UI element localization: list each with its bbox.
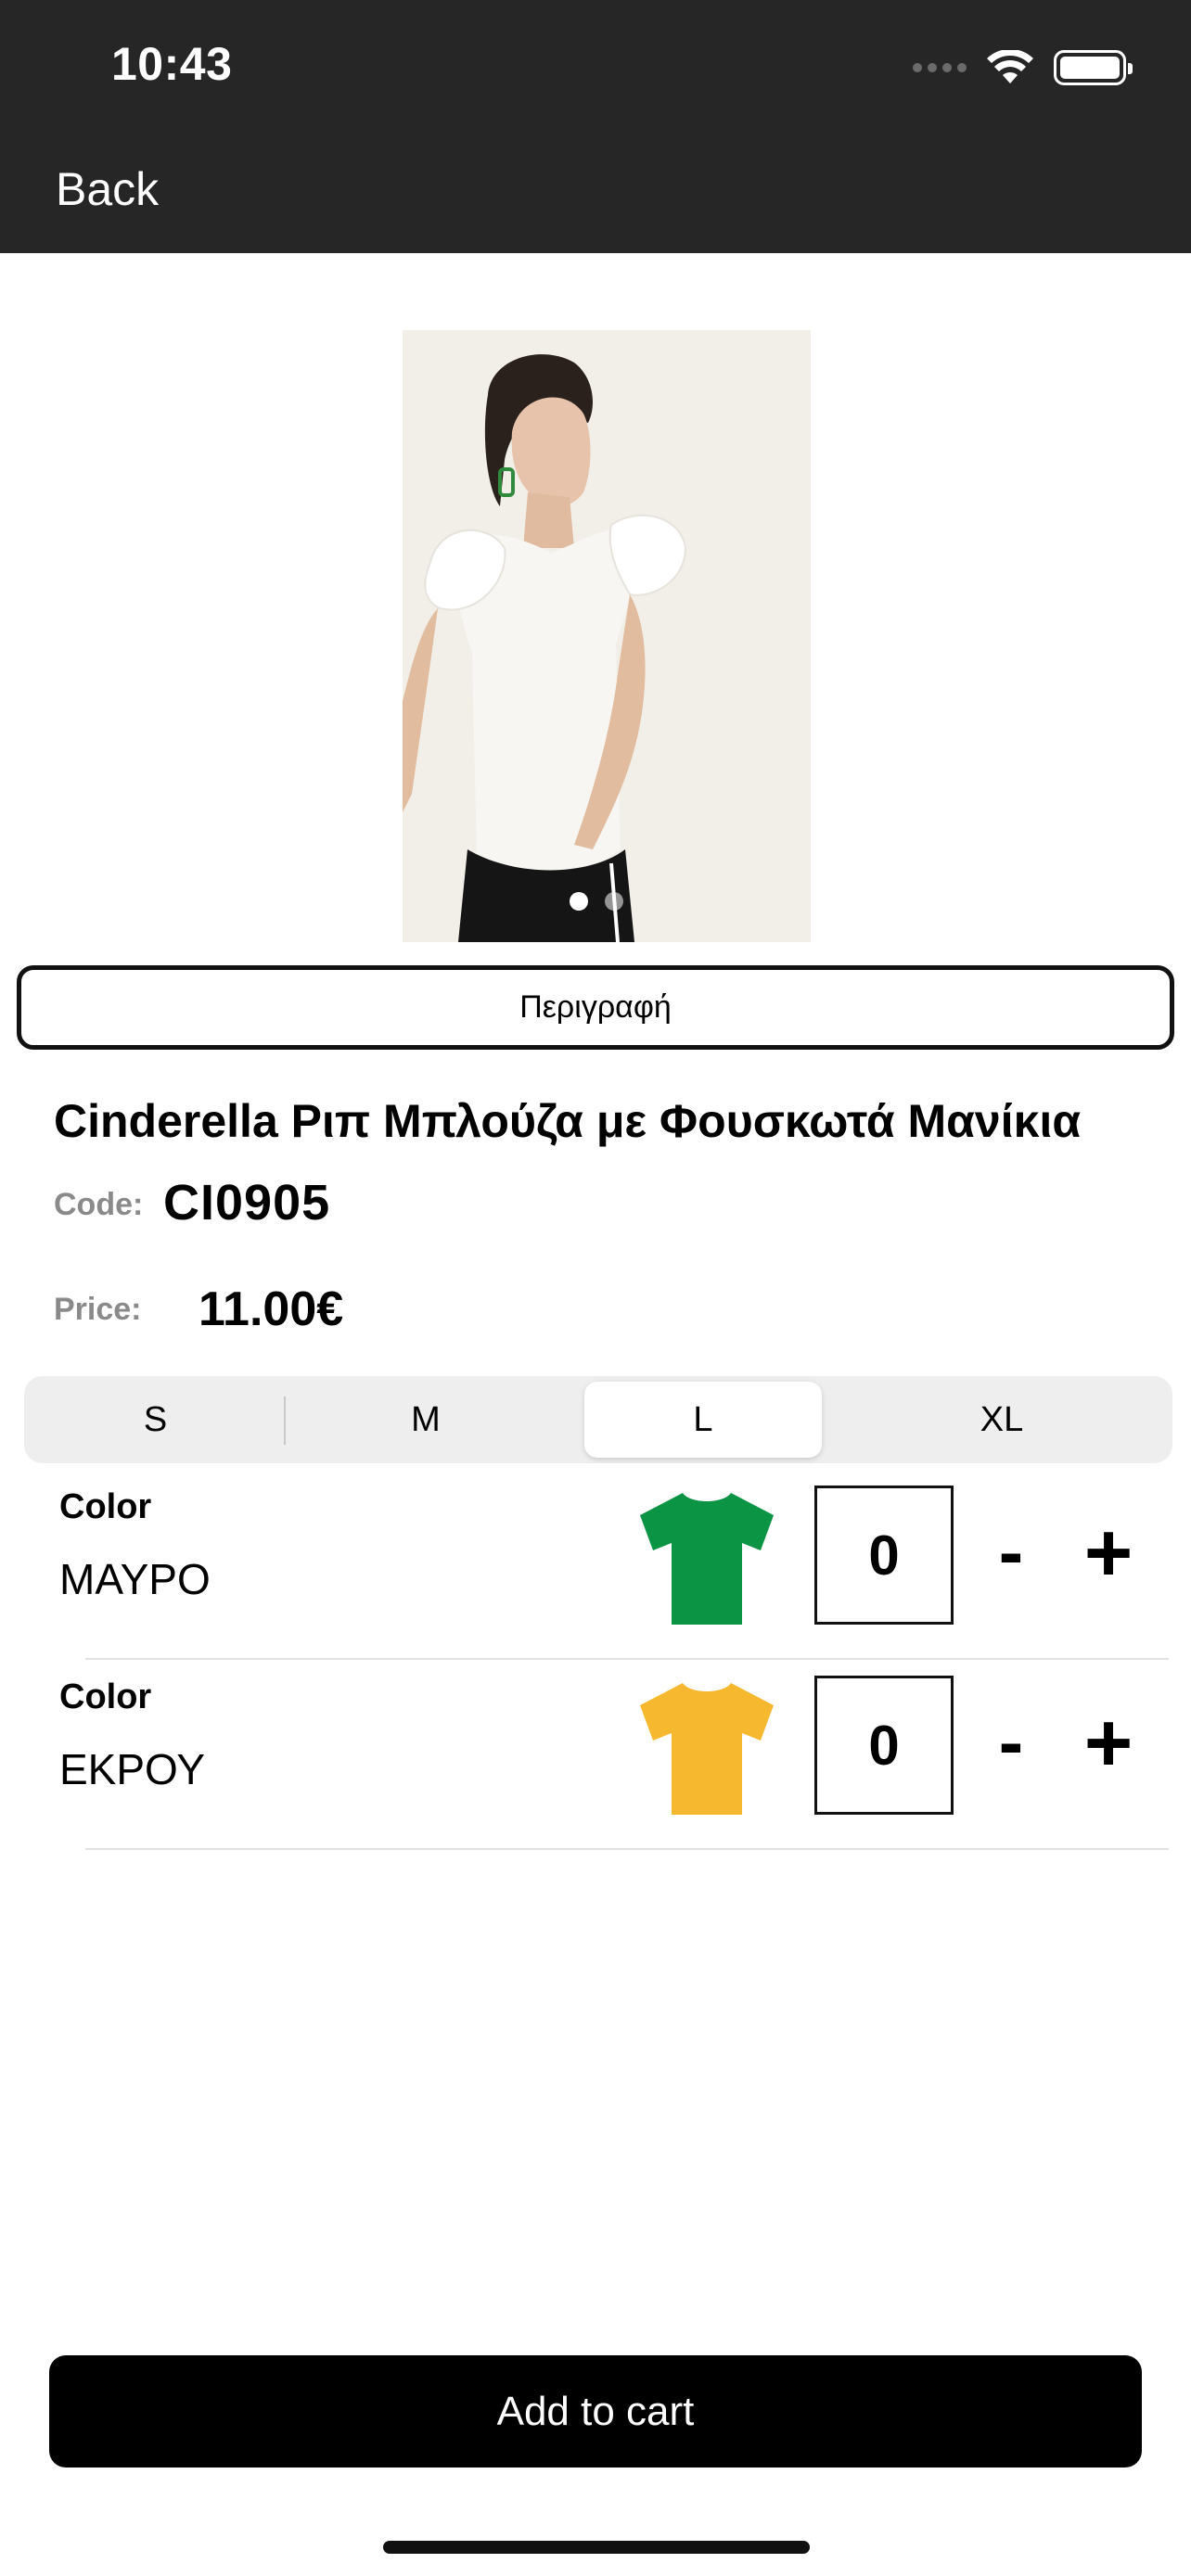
price-label: Price: — [54, 1292, 142, 1327]
tshirt-icon — [640, 1493, 774, 1625]
quantity-field[interactable]: 0 — [814, 1676, 954, 1815]
segment-divider — [284, 1396, 286, 1445]
row-divider — [85, 1848, 1169, 1850]
decrease-button[interactable]: - — [983, 1511, 1039, 1593]
status-icons — [913, 45, 1133, 91]
product-image[interactable] — [403, 330, 811, 942]
pager-dot-active[interactable] — [570, 892, 588, 911]
increase-button[interactable]: + — [1072, 1697, 1145, 1790]
color-name: ΜΑΥΡΟ — [59, 1555, 211, 1603]
image-pager[interactable] — [570, 892, 623, 911]
decrease-button[interactable]: - — [983, 1701, 1039, 1783]
code-label: Code: — [54, 1187, 144, 1222]
size-option-xl[interactable]: XL — [831, 1376, 1172, 1463]
product-price: 11.00€ — [198, 1282, 344, 1336]
size-selector: S M L XL — [24, 1376, 1172, 1463]
color-name: ΕΚΡΟΥ — [59, 1745, 206, 1793]
product-title: Cinderella Ριπ Μπλούζα με Φουσκωτά Μανίκ… — [54, 1095, 1082, 1147]
size-option-m[interactable]: M — [287, 1376, 565, 1463]
description-button[interactable]: Περιγραφή — [17, 965, 1174, 1050]
tshirt-icon — [640, 1683, 774, 1815]
add-to-cart-button[interactable]: Add to cart — [49, 2355, 1142, 2468]
color-row: Color ΜΑΥΡΟ 0 - + — [0, 1471, 1191, 1660]
increase-button[interactable]: + — [1072, 1507, 1145, 1600]
color-label: Color — [59, 1487, 152, 1526]
home-indicator[interactable] — [383, 2541, 810, 2554]
size-option-l[interactable]: L — [584, 1382, 822, 1458]
product-code: CI0905 — [163, 1175, 331, 1231]
status-time: 10:43 — [111, 38, 233, 90]
size-option-s[interactable]: S — [24, 1376, 287, 1463]
wifi-icon — [987, 50, 1033, 83]
cellular-signal-icon — [913, 63, 967, 72]
color-row: Color ΕΚΡΟΥ 0 - + — [0, 1661, 1191, 1850]
quantity-field[interactable]: 0 — [814, 1486, 954, 1625]
pager-dot[interactable] — [605, 892, 623, 911]
row-divider — [85, 1658, 1169, 1660]
back-button[interactable]: Back — [56, 162, 159, 216]
color-label: Color — [59, 1677, 152, 1716]
navigation-bar: 10:43 Back — [0, 0, 1191, 253]
battery-icon — [1054, 50, 1133, 85]
